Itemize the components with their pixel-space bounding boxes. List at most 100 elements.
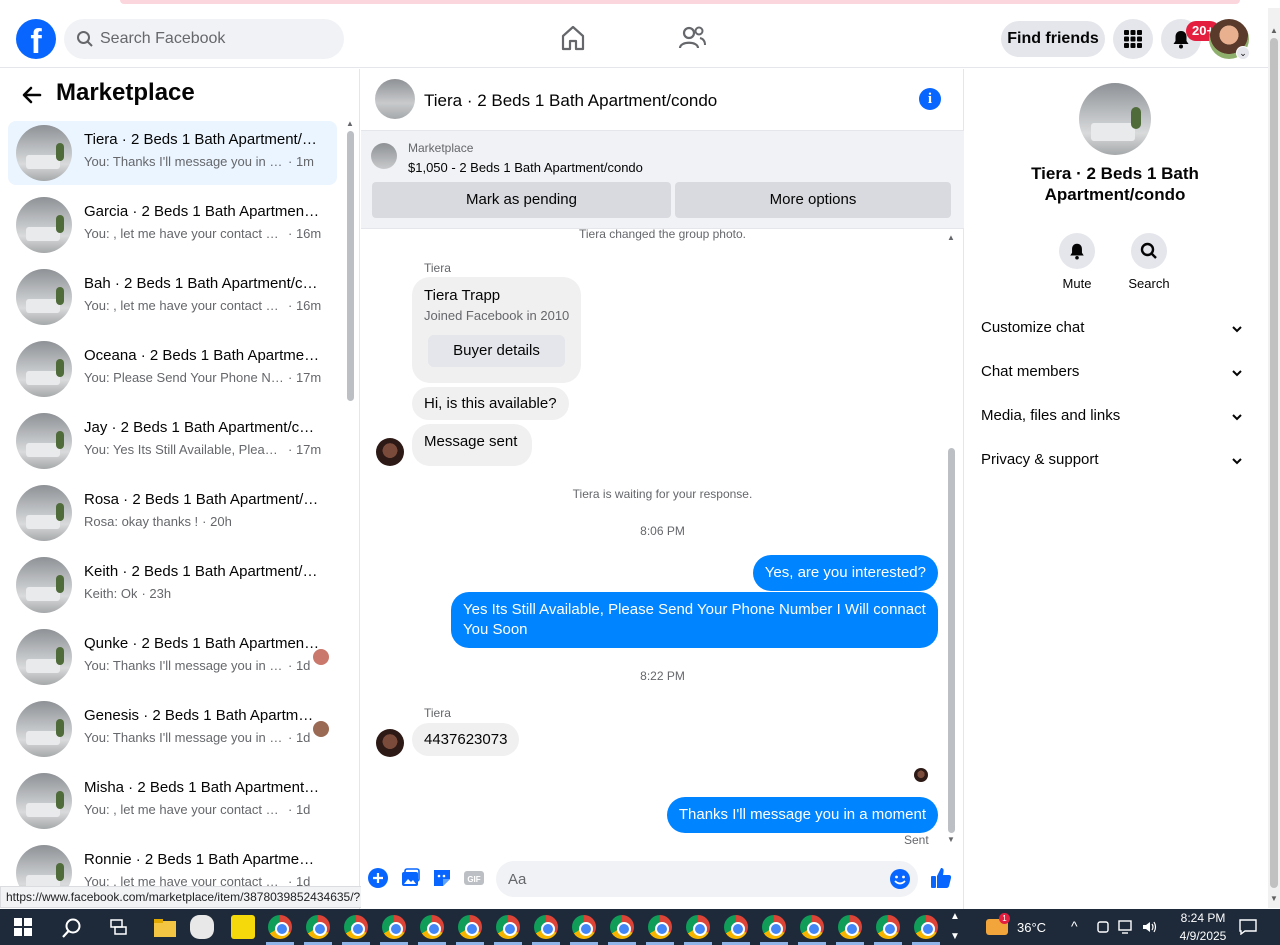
info-icon[interactable]: i — [919, 88, 941, 110]
conversation-item[interactable]: Rosa · 2 Beds 1 Bath Apartment/condo Rosa… — [8, 481, 337, 545]
sticker-icon[interactable] — [431, 867, 453, 889]
temperature[interactable]: 36°C — [1017, 920, 1046, 935]
conversation-thumbnail — [16, 413, 72, 469]
chat-thread-avatar[interactable] — [375, 79, 415, 119]
notification-center-icon[interactable] — [1239, 919, 1257, 935]
details-section-toggle[interactable]: Privacy & support — [973, 443, 1253, 479]
chrome-window-icon[interactable] — [534, 915, 558, 939]
conversation-list-scrollbar[interactable]: ▲ — [345, 119, 355, 899]
conversation-item[interactable]: Misha · 2 Beds 1 Bath Apartment/condo You… — [8, 769, 337, 833]
panel-title: Marketplace — [56, 79, 195, 106]
conversation-last-message: You: Thanks I'll message you in a moment — [84, 730, 284, 745]
conversation-last-message: You: Please Send Your Phone Number — [84, 370, 284, 385]
sender-avatar[interactable] — [376, 729, 404, 757]
chrome-window-icon[interactable] — [876, 915, 900, 939]
windows-start-icon[interactable] — [14, 918, 32, 936]
meet-now-icon[interactable] — [1096, 920, 1110, 934]
paint-app-icon[interactable] — [190, 915, 214, 939]
conversation-item[interactable]: Keith · 2 Beds 1 Bath Apartment/condo Kei… — [8, 553, 337, 617]
chrome-window-icon[interactable] — [496, 915, 520, 939]
chrome-window-icon[interactable] — [838, 915, 862, 939]
task-view-icon[interactable] — [110, 919, 128, 935]
conversation-time: · 1d — [288, 802, 311, 817]
conversation-time: · 1d — [288, 658, 311, 673]
back-arrow-icon[interactable] — [20, 83, 44, 107]
message-input[interactable] — [508, 861, 878, 897]
listing-price-title[interactable]: $1,050 - 2 Beds 1 Bath Apartment/condo — [408, 160, 643, 175]
photo-icon[interactable] — [399, 867, 421, 889]
chrome-window-icon[interactable] — [724, 915, 748, 939]
network-icon[interactable] — [1118, 920, 1136, 934]
conversation-thumbnail — [16, 629, 72, 685]
conversation-item[interactable]: Garcia · 2 Beds 1 Bath Apartment/condo Yo… — [8, 193, 337, 257]
thumbs-up-icon[interactable] — [929, 866, 953, 890]
conversation-name: Qunke · 2 Beds 1 Bath Apartment/condo — [84, 635, 320, 652]
friends-icon[interactable] — [676, 22, 708, 54]
details-section-toggle[interactable]: Customize chat — [973, 311, 1253, 347]
menu-button[interactable] — [1113, 19, 1153, 59]
conversation-item[interactable]: Genesis · 2 Beds 1 Bath Apartment/condo Y… — [8, 697, 337, 761]
chrome-window-icon[interactable] — [344, 915, 368, 939]
chrome-window-icon[interactable] — [648, 915, 672, 939]
clock-time[interactable]: 8:24 PM — [1173, 911, 1233, 925]
chrome-window-icon[interactable] — [572, 915, 596, 939]
chrome-window-icon[interactable] — [610, 915, 634, 939]
details-section-toggle[interactable]: Media, files and links — [973, 399, 1253, 435]
plus-circle-icon[interactable] — [367, 867, 389, 889]
chrome-window-icon[interactable] — [420, 915, 444, 939]
chrome-window-icon[interactable] — [914, 915, 938, 939]
conversation-preview: You: , let me have your contact number · … — [84, 226, 324, 241]
conversation-time: · 23h — [141, 586, 172, 601]
svg-text:GIF: GIF — [467, 875, 480, 884]
conversation-preview: You: , let me have your contact number · … — [84, 802, 324, 817]
clock-date[interactable]: 4/9/2025 — [1170, 929, 1236, 943]
conversation-thumbnail — [16, 269, 72, 325]
volume-icon[interactable] — [1142, 920, 1158, 934]
chrome-window-icon[interactable] — [382, 915, 406, 939]
more-options-button[interactable]: More options — [675, 182, 951, 218]
read-receipt-avatar — [313, 649, 329, 665]
details-section-toggle[interactable]: Chat members — [973, 355, 1253, 391]
chrome-window-icon[interactable] — [458, 915, 482, 939]
chat-title[interactable]: Tiera · 2 Beds 1 Bath Apartment/condo — [424, 91, 717, 111]
mute-action[interactable]: Mute — [1047, 233, 1107, 291]
listing-avatar-large[interactable] — [1079, 83, 1151, 155]
account-chevron-icon[interactable]: ⌄ — [1236, 46, 1250, 60]
conversation-thumbnail — [16, 557, 72, 613]
search-box[interactable] — [64, 19, 344, 59]
home-icon[interactable] — [557, 22, 589, 54]
file-explorer-icon[interactable] — [153, 918, 177, 938]
taskbar-search-icon[interactable] — [61, 917, 83, 939]
search-input[interactable] — [100, 19, 330, 59]
conversation-item[interactable]: Qunke · 2 Beds 1 Bath Apartment/condo You… — [8, 625, 337, 689]
page-scrollbar[interactable]: ▲ ▼ — [1268, 8, 1280, 908]
search-action[interactable]: Search — [1119, 233, 1179, 291]
taskbar-scroll-up-icon[interactable]: ▲ — [950, 911, 960, 922]
facebook-logo-icon[interactable]: f — [16, 19, 56, 59]
emoji-icon[interactable] — [889, 868, 911, 890]
mark-as-pending-button[interactable]: Mark as pending — [372, 182, 671, 218]
chat-details-panel: Tiera · 2 Beds 1 Bath Apartment/condo Mu… — [965, 69, 1268, 909]
find-friends-button[interactable]: Find friends — [1001, 21, 1105, 57]
listing-source: Marketplace — [408, 141, 474, 155]
sticky-notes-icon[interactable] — [231, 915, 255, 939]
sender-avatar[interactable] — [376, 438, 404, 466]
buyer-joined: Joined Facebook in 2010 — [424, 308, 570, 323]
conversation-item[interactable]: Bah · 2 Beds 1 Bath Apartment/condo You: … — [8, 265, 337, 329]
chrome-window-icon[interactable] — [686, 915, 710, 939]
chrome-window-icon[interactable] — [800, 915, 824, 939]
chrome-window-icon[interactable] — [268, 915, 292, 939]
message-thread-scrollbar[interactable]: ▲ ▼ — [946, 233, 958, 845]
message-input-box[interactable] — [496, 861, 918, 897]
listing-thumbnail[interactable] — [371, 143, 397, 169]
buyer-details-button[interactable]: Buyer details — [428, 335, 565, 367]
gif-icon[interactable]: GIF — [463, 867, 485, 889]
conversation-item[interactable]: Tiera · 2 Beds 1 Bath Apartment/condo You… — [8, 121, 337, 185]
conversation-item[interactable]: Oceana · 2 Beds 1 Bath Apartment/condo Yo… — [8, 337, 337, 401]
show-hidden-icons-chevron[interactable]: ^ — [1071, 918, 1078, 934]
conversation-item[interactable]: Jay · 2 Beds 1 Bath Apartment/condo You: … — [8, 409, 337, 473]
chrome-window-icon[interactable] — [306, 915, 330, 939]
chrome-window-icon[interactable] — [762, 915, 786, 939]
taskbar-scroll-down-icon[interactable]: ▼ — [950, 931, 960, 942]
conversation-thumbnail — [16, 773, 72, 829]
